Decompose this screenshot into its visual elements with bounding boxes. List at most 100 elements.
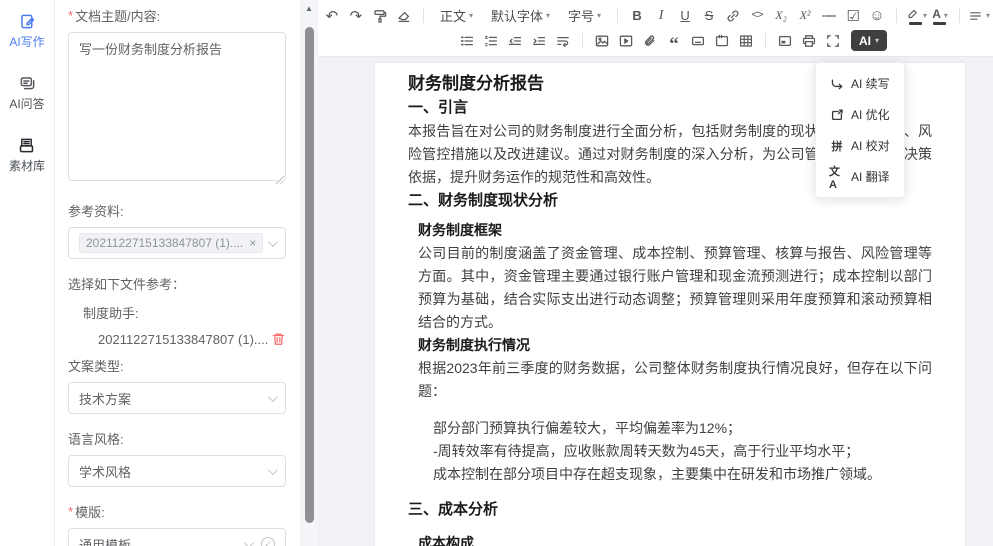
reference-label: 参考资料: bbox=[68, 201, 286, 220]
sidebar-item-ai-qa[interactable]: AI问答 bbox=[9, 74, 44, 112]
menu-item-ai-proofread[interactable]: 拼 AI 校对 bbox=[816, 130, 904, 161]
translate-icon: 文A bbox=[829, 169, 844, 184]
ordered-list-button[interactable] bbox=[479, 30, 503, 52]
doc-type-value: 技术方案 bbox=[79, 389, 131, 408]
menu-item-label: AI 翻译 bbox=[851, 168, 890, 185]
font-family-select[interactable]: 默认字体▾ bbox=[482, 6, 559, 25]
ai-dropdown-menu: AI 续写 AI 优化 拼 AI 校对 文A AI 翻译 bbox=[815, 62, 905, 198]
chevron-down-icon bbox=[268, 465, 278, 475]
delete-file-icon[interactable] bbox=[271, 331, 286, 347]
scroll-up-arrow-icon[interactable]: ▲ bbox=[300, 4, 318, 13]
caret-down-icon: ▾ bbox=[986, 11, 990, 20]
menu-item-label: AI 续写 bbox=[851, 75, 890, 92]
paragraph-style-select[interactable]: 正文▾ bbox=[431, 6, 482, 25]
menu-item-label: AI 优化 bbox=[851, 106, 890, 123]
font-size-select[interactable]: 字号▾ bbox=[559, 6, 610, 25]
link-button[interactable] bbox=[721, 5, 745, 27]
check-circle-icon: ✓ bbox=[261, 537, 275, 546]
code-block-button[interactable] bbox=[710, 30, 734, 52]
bold-button[interactable]: B bbox=[625, 5, 649, 27]
fullscreen-button[interactable] bbox=[821, 30, 845, 52]
section-heading: 三、成本分析 bbox=[408, 498, 932, 522]
italic-button[interactable]: I bbox=[649, 5, 673, 27]
document-edit-icon bbox=[18, 12, 36, 30]
template-select[interactable]: 通用模板 ✓ bbox=[68, 528, 286, 546]
proofread-icon: 拼 bbox=[829, 138, 844, 153]
blockquote-button[interactable]: “ bbox=[662, 30, 686, 52]
continue-writing-icon bbox=[829, 76, 844, 91]
caret-down-icon: ▾ bbox=[546, 11, 550, 20]
bullet-list-button[interactable] bbox=[455, 30, 479, 52]
chevron-down-icon bbox=[244, 538, 254, 546]
insert-video-button[interactable] bbox=[614, 30, 638, 52]
redo-button[interactable]: ↷ bbox=[344, 5, 368, 27]
font-color-button[interactable]: A ▾ bbox=[928, 5, 952, 27]
template-label: * 模版: bbox=[68, 502, 286, 521]
style-select[interactable]: 学术风格 bbox=[68, 455, 286, 487]
toolbar-separator bbox=[959, 8, 960, 23]
reference-tag: 2021122715133847807 (1).... × bbox=[79, 233, 263, 253]
optimize-icon bbox=[829, 107, 844, 122]
reference-file-name: 2021122715133847807 (1).... bbox=[98, 332, 268, 347]
indent-button[interactable] bbox=[527, 30, 551, 52]
menu-item-ai-optimize[interactable]: AI 优化 bbox=[816, 99, 904, 130]
sidebar-item-material-library[interactable]: 素材库 bbox=[9, 136, 45, 174]
editor-toolbar: ↶ ↷ 正文▾ 默认字体▾ bbox=[318, 0, 993, 57]
caret-down-icon: ▾ bbox=[944, 11, 948, 20]
caret-down-icon: ▾ bbox=[597, 11, 601, 20]
sidebar-item-label: AI问答 bbox=[9, 95, 44, 112]
underline-button[interactable]: U bbox=[673, 5, 697, 27]
editor-area: ↶ ↷ 正文▾ 默认字体▾ bbox=[318, 0, 993, 546]
task-list-button[interactable]: ☑ bbox=[841, 5, 865, 27]
outdent-button[interactable] bbox=[503, 30, 527, 52]
topic-input[interactable]: 写一份财务制度分析报告 bbox=[68, 32, 286, 181]
caret-down-icon: ▾ bbox=[875, 36, 879, 45]
superscript-button[interactable]: X² bbox=[793, 5, 817, 27]
format-painter-button[interactable] bbox=[368, 5, 392, 27]
file-section-label: 选择如下文件参考： bbox=[68, 274, 286, 293]
highlight-color-bar bbox=[909, 22, 922, 25]
sub-heading: 财务制度执行情况 bbox=[418, 334, 932, 357]
sub-heading: 成本构成 bbox=[418, 532, 932, 546]
menu-item-ai-translate[interactable]: 文A AI 翻译 bbox=[816, 161, 904, 192]
alignment-button[interactable]: ▾ bbox=[967, 5, 991, 27]
sidebar-item-label: 素材库 bbox=[9, 157, 45, 174]
toolbar-separator bbox=[423, 8, 424, 23]
ai-menu-button[interactable]: AI ▾ bbox=[851, 30, 887, 51]
clear-format-eraser-button[interactable] bbox=[392, 5, 416, 27]
insert-table-button[interactable] bbox=[734, 30, 758, 52]
print-button[interactable] bbox=[797, 30, 821, 52]
writing-settings-panel: * 文档主题/内容: 写一份财务制度分析报告 参考资料: 20211227151… bbox=[55, 0, 300, 546]
undo-button[interactable]: ↶ bbox=[320, 5, 344, 27]
strikethrough-button[interactable]: S bbox=[697, 5, 721, 27]
scrollbar-thumb[interactable] bbox=[305, 27, 314, 523]
highlight-color-button[interactable]: ▾ bbox=[904, 5, 928, 27]
sub-heading: 财务制度框架 bbox=[418, 219, 932, 242]
toolbar-separator bbox=[896, 8, 897, 23]
library-icon bbox=[18, 136, 36, 154]
assistant-label: 制度助手: bbox=[83, 303, 286, 322]
emoji-button[interactable]: ☺ bbox=[865, 5, 889, 27]
inline-code-button[interactable]: <> bbox=[745, 5, 769, 27]
sidebar-item-ai-writing[interactable]: AI写作 bbox=[9, 12, 44, 50]
style-label: 语言风格: bbox=[68, 429, 286, 448]
reference-select[interactable]: 2021122715133847807 (1).... × bbox=[68, 227, 286, 259]
panel-scrollbar[interactable]: ▲ bbox=[300, 0, 318, 546]
list-item: 成本控制在部分项目中存在超支现象，主要集中在研发和市场推广领域。 bbox=[433, 463, 932, 486]
tag-close-icon[interactable]: × bbox=[249, 237, 256, 249]
required-asterisk: * bbox=[68, 504, 73, 519]
attachment-button[interactable] bbox=[638, 30, 662, 52]
toolbar-separator bbox=[617, 8, 618, 23]
subscript-button[interactable]: X₂ bbox=[769, 5, 793, 27]
sidebar: AI写作 AI问答 素材库 bbox=[0, 0, 55, 546]
horizontal-rule-button[interactable] bbox=[817, 5, 841, 27]
insert-image-button[interactable] bbox=[590, 30, 614, 52]
paragraph: 根据2023年前三季度的财务数据，公司整体财务制度执行情况良好，但存在以下问题： bbox=[418, 357, 932, 403]
divider-button[interactable] bbox=[686, 30, 710, 52]
text-wrap-button[interactable] bbox=[551, 30, 575, 52]
style-value: 学术风格 bbox=[79, 462, 131, 481]
caret-down-icon: ▾ bbox=[469, 11, 473, 20]
doc-type-select[interactable]: 技术方案 bbox=[68, 382, 286, 414]
panel-embed-button[interactable] bbox=[773, 30, 797, 52]
menu-item-ai-continue[interactable]: AI 续写 bbox=[816, 68, 904, 99]
